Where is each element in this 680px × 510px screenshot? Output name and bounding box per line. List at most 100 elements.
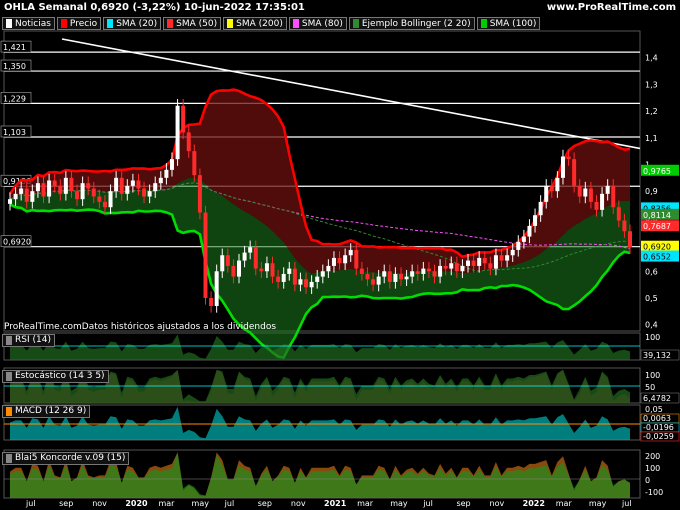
blai-panel-label[interactable]: Blai5 Koncorde v.09 (15) <box>2 452 130 465</box>
candle-body <box>281 273 286 282</box>
candle-body <box>30 191 35 202</box>
koncorde-tick: 200 <box>645 452 660 461</box>
candle-body <box>482 257 487 264</box>
x-tick-label: jul <box>422 499 433 508</box>
candle-body <box>628 231 632 248</box>
right-value-label: 0,8114 <box>643 211 671 220</box>
candle-body <box>572 159 577 186</box>
sma-icon <box>107 19 114 28</box>
macd-value: -0,0259 <box>643 432 674 441</box>
x-tick-label: mar <box>158 499 175 508</box>
x-tick-label: jul <box>25 499 36 508</box>
candle-body <box>264 263 269 272</box>
candle-body <box>253 247 258 269</box>
candle-body <box>600 193 605 210</box>
y-tick-label: 0,5 <box>645 294 658 303</box>
candle-body <box>125 185 130 194</box>
chart-title: OHLA Semanal 0,6920 (-3,22%) 10-jun-2022… <box>4 2 305 13</box>
legend-item-sma80[interactable]: SMA (80) <box>288 17 347 30</box>
price-icon <box>60 19 67 28</box>
candle-body <box>560 156 565 178</box>
legend-item-precio[interactable]: Precio <box>56 17 102 30</box>
candle-body <box>387 271 392 282</box>
candle-body <box>86 183 91 189</box>
legend-item-sma20[interactable]: SMA (20) <box>103 17 162 30</box>
stoch-value: 6,4782 <box>643 394 671 403</box>
candle-body <box>304 279 309 288</box>
candle-body <box>35 183 40 192</box>
legend-item-noticias[interactable]: Noticias <box>2 17 55 30</box>
sma-icon <box>292 19 299 28</box>
candle-body <box>75 191 80 200</box>
candle-body <box>499 255 504 261</box>
candle-body <box>237 260 242 277</box>
macd-value: -0,0196 <box>643 423 674 432</box>
x-tick-label: sep <box>456 499 470 508</box>
candle-body <box>348 249 353 256</box>
stoch-icon <box>6 372 12 381</box>
candle-body <box>276 276 281 282</box>
candle-body <box>181 105 186 133</box>
macd-panel-label[interactable]: MACD (12 26 9) <box>2 405 91 418</box>
y-tick-label: 0,4 <box>645 321 658 330</box>
candle-body <box>164 169 169 178</box>
y-tick-label: 1,3 <box>645 80 658 89</box>
stoch-panel-label[interactable]: Estocástico (14 3 5) <box>2 370 109 383</box>
x-tick-label: nov <box>92 499 107 508</box>
candle-body <box>209 297 214 306</box>
rsi-icon <box>6 336 12 345</box>
y-tick-label: 0,9 <box>645 187 658 196</box>
level-label: 1,421 <box>3 43 26 52</box>
candle-body <box>622 220 627 232</box>
right-value-label: 0,7687 <box>643 222 671 231</box>
x-tick-label: mar <box>556 499 573 508</box>
candle-body <box>577 185 582 197</box>
level-label: 1,229 <box>3 94 26 103</box>
y-tick-label: 1,1 <box>645 134 658 143</box>
candle-body <box>415 271 420 274</box>
macd-icon <box>6 407 12 416</box>
candle-body <box>404 276 409 280</box>
x-tick-label: sep <box>59 499 73 508</box>
candle-body <box>544 185 549 202</box>
y-tick-label: 1,2 <box>645 107 658 116</box>
candle-body <box>292 268 297 285</box>
candle-body <box>309 281 314 288</box>
rsi-panel-label[interactable]: RSI (14) <box>2 334 55 347</box>
legend-item-sma50[interactable]: SMA (50) <box>163 17 222 30</box>
level-label: 0,6920 <box>3 238 31 247</box>
candle-body <box>393 273 398 282</box>
candle-body <box>108 191 113 208</box>
candle-body <box>460 265 465 272</box>
candle-body <box>52 180 57 186</box>
candle-body <box>315 276 320 282</box>
candle-body <box>426 268 431 272</box>
candle-body <box>214 271 219 306</box>
koncorde-tick: 0 <box>645 476 650 485</box>
x-tick-label: nov <box>291 499 306 508</box>
legend-item-sma200[interactable]: SMA (200) <box>223 17 287 30</box>
candle-body <box>119 177 124 194</box>
candle-body <box>566 156 571 160</box>
site-link[interactable]: www.ProRealTime.com <box>547 0 676 16</box>
candle-body <box>521 236 526 242</box>
candle-body <box>488 263 493 269</box>
x-tick-label: may <box>192 499 210 508</box>
candle-body <box>605 185 610 194</box>
rsi-tick: 100 <box>645 333 660 342</box>
macd-value: 0,0063 <box>643 414 671 423</box>
chart-window: 1,41,31,21,110,90,80,70,60,50,41,4211,35… <box>0 0 680 510</box>
sma-icon <box>480 19 487 28</box>
candle-body <box>354 249 359 269</box>
legend-item-sma100[interactable]: SMA (100) <box>476 17 541 30</box>
candle-body <box>493 255 498 269</box>
candle-body <box>616 207 621 221</box>
bollinger-icon <box>352 19 359 28</box>
candle-body <box>270 263 275 277</box>
candle-body <box>175 105 180 160</box>
legend-item-bollinger[interactable]: Ejemplo Bollinger (2 20) <box>348 17 475 30</box>
candle-body <box>320 271 325 277</box>
x-tick-label: 2022 <box>523 499 545 508</box>
candle-body <box>471 260 476 266</box>
candle-body <box>8 199 12 204</box>
